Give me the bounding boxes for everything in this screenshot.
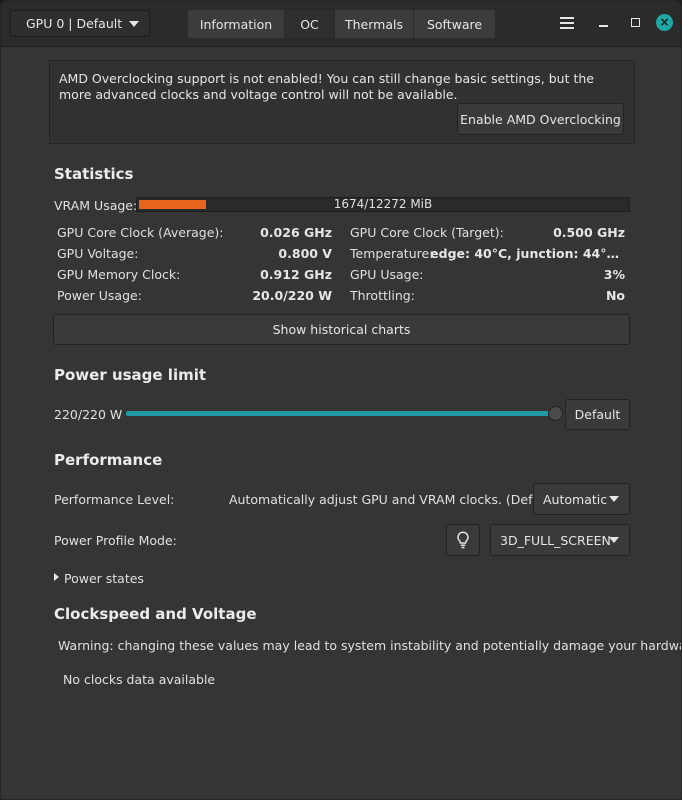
stat-label-throttling: Throttling: <box>350 288 415 303</box>
chevron-down-icon <box>609 537 619 543</box>
header-bar: GPU 0 | Default Information OC Thermals … <box>1 1 681 47</box>
stat-label-memory-clock: GPU Memory Clock: <box>57 267 181 282</box>
power-limit-slider-handle[interactable] <box>548 406 563 421</box>
stat-label-gpu-usage: GPU Usage: <box>350 267 424 282</box>
stat-value-gpu-voltage: 0.800 V <box>278 246 332 261</box>
stat-value-core-clock-avg: 0.026 GHz <box>260 225 332 240</box>
power-states-expander[interactable]: Power states <box>64 571 144 586</box>
minimize-icon[interactable] <box>599 25 608 27</box>
tab-thermals[interactable]: Thermals <box>334 9 414 39</box>
tab-bar: Information OC Thermals Software <box>187 9 496 39</box>
overclock-notice: AMD Overclocking support is not enabled!… <box>49 60 635 144</box>
gpu-select-label: GPU 0 | Default <box>26 16 123 31</box>
stat-label-core-clock-target: GPU Core Clock (Target): <box>350 225 504 240</box>
chevron-right-icon[interactable] <box>54 573 59 581</box>
performance-title: Performance <box>54 451 163 469</box>
stat-label-gpu-voltage: GPU Voltage: <box>57 246 139 261</box>
chevron-down-icon <box>129 21 139 27</box>
clockspeed-warning: Warning: changing these values may lead … <box>58 638 682 653</box>
statistics-title: Statistics <box>54 165 134 183</box>
power-limit-value: 220/220 W <box>54 407 123 422</box>
no-clocks-message: No clocks data available <box>63 672 216 687</box>
stat-label-power-usage: Power Usage: <box>57 288 142 303</box>
clockspeed-title: Clockspeed and Voltage <box>54 605 257 623</box>
power-default-button[interactable]: Default <box>565 399 630 430</box>
vram-label: VRAM Usage: <box>54 198 138 213</box>
app-window: GPU 0 | Default Information OC Thermals … <box>0 0 682 800</box>
stat-label-core-clock-avg: GPU Core Clock (Average): <box>57 225 224 240</box>
performance-level-dropdown[interactable]: Automatic <box>533 483 630 515</box>
stat-value-throttling: No <box>605 288 625 303</box>
enable-overclocking-button[interactable]: Enable AMD Overclocking <box>457 103 624 135</box>
performance-level-description: Automatically adjust GPU and VRAM clocks… <box>229 492 562 507</box>
power-profile-info-button[interactable] <box>446 524 480 556</box>
chevron-down-icon <box>609 496 619 502</box>
show-historical-charts-button[interactable]: Show historical charts <box>53 314 630 345</box>
power-profile-value: 3D_FULL_SCREEN <box>500 532 611 548</box>
menu-icon[interactable] <box>560 17 574 29</box>
stat-value-power-usage: 20.0/220 W <box>252 288 332 303</box>
lightbulb-icon <box>457 531 469 549</box>
close-icon[interactable]: × <box>656 14 673 31</box>
tab-information[interactable]: Information <box>187 9 285 39</box>
stat-value-core-clock-target: 0.500 GHz <box>553 225 625 240</box>
stat-value-temperature: edge: 40°C, junction: 44°… <box>430 246 619 261</box>
power-limit-title: Power usage limit <box>54 366 207 384</box>
vram-usage-text: 1674/12272 MiB <box>333 197 433 211</box>
power-profile-label: Power Profile Mode: <box>54 533 177 548</box>
gpu-select[interactable]: GPU 0 | Default <box>10 10 150 37</box>
notice-text: AMD Overclocking support is not enabled!… <box>59 71 594 102</box>
tab-software[interactable]: Software <box>413 9 496 39</box>
power-profile-dropdown[interactable]: 3D_FULL_SCREEN <box>490 524 630 556</box>
stat-label-temperature: Temperature: <box>350 246 434 261</box>
tab-oc[interactable]: OC <box>284 9 335 39</box>
maximize-icon[interactable] <box>631 18 640 27</box>
stat-value-memory-clock: 0.912 GHz <box>260 267 332 282</box>
vram-progress-bar: 1674/12272 MiB <box>136 197 630 212</box>
power-limit-slider[interactable] <box>126 411 556 416</box>
stat-value-gpu-usage: 3% <box>603 267 625 282</box>
power-limit-slider-fill <box>126 411 556 416</box>
performance-level-label: Performance Level: <box>54 492 175 507</box>
performance-level-value: Automatic <box>543 491 608 507</box>
